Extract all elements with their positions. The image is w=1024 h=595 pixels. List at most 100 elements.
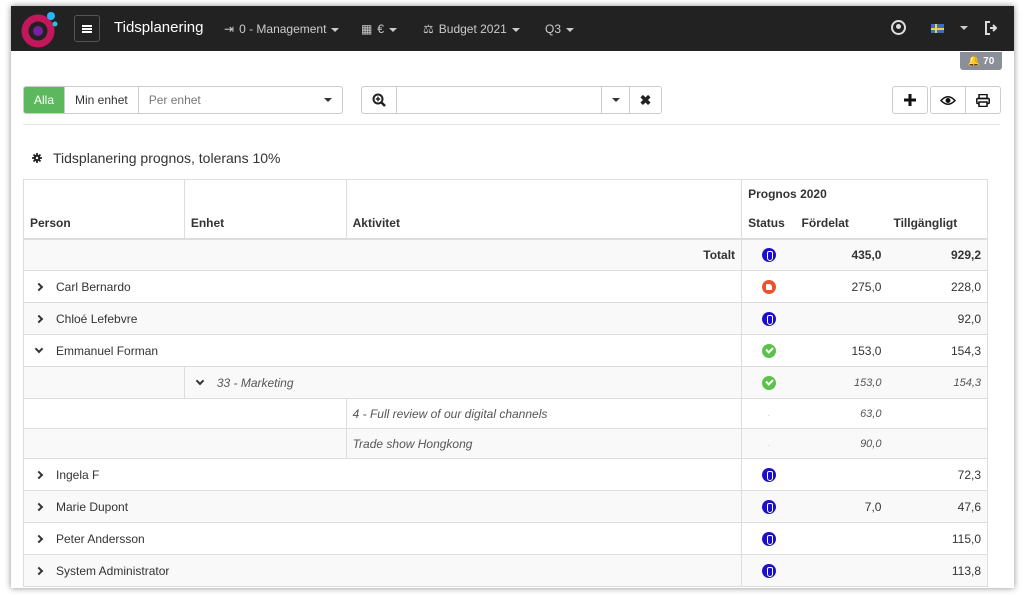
total-allocated: 435,0 [795, 238, 888, 271]
chevron-right-icon[interactable] [34, 502, 44, 511]
status-cell [741, 458, 796, 491]
notifications-count: 70 [983, 55, 995, 67]
person-cell[interactable]: Marie Dupont [22, 490, 743, 523]
person-cell[interactable]: Chloé Lefebvre [22, 302, 743, 335]
logout-icon[interactable] [985, 21, 999, 35]
person-cell[interactable]: Carl Bernardo [22, 270, 743, 303]
unit-row[interactable]: 33 - Marketing 153,0 154,3 [23, 366, 989, 399]
available-cell: 113,8 [887, 554, 989, 587]
app-title[interactable]: Tidsplanering [114, 19, 204, 36]
empty-cell [23, 428, 347, 459]
search-group: ✖ [361, 86, 662, 114]
person-name: System Administrator [56, 563, 170, 578]
status-cell [741, 334, 796, 367]
view-button[interactable] [930, 86, 966, 114]
allocated-cell: 90,0 [795, 428, 888, 459]
notifications-badge[interactable]: 🔔 70 [960, 52, 1002, 70]
status-cell [741, 366, 796, 399]
unit-cell[interactable]: 33 - Marketing [183, 366, 743, 399]
header-spacer [183, 179, 347, 209]
swedish-flag-icon[interactable] [931, 24, 944, 33]
hamburger-menu-button[interactable] [74, 15, 100, 42]
chevron-down-icon [323, 98, 332, 102]
period-dropdown[interactable]: Q3 [545, 22, 575, 36]
user-icon[interactable] [891, 20, 906, 35]
total-row: Totalt 435,0 929,2 [22, 238, 989, 271]
bell-icon: 🔔 [967, 55, 981, 67]
status-cell [741, 270, 796, 303]
add-button[interactable] [892, 86, 928, 114]
app-logo[interactable] [21, 10, 59, 48]
chevron-right-icon[interactable] [34, 314, 44, 323]
chevron-right-icon[interactable] [34, 282, 44, 291]
table-row[interactable]: Chloé Lefebvre 92,0 [22, 302, 989, 335]
print-icon [976, 93, 990, 107]
available-cell: 115,0 [887, 522, 989, 555]
currency-dropdown[interactable]: ▦ € [361, 22, 398, 36]
empty-cell [23, 366, 185, 399]
person-name: Marie Dupont [56, 499, 129, 514]
activity-name[interactable]: 4 - Full review of our digital channels [345, 398, 743, 429]
chevron-right-icon[interactable] [34, 534, 44, 543]
allocated-cell: 275,0 [795, 270, 888, 303]
status-blue-icon [761, 248, 776, 263]
table-row[interactable]: Carl Bernardo 275,0 228,0 [22, 270, 989, 303]
allocated-cell: 63,0 [795, 398, 888, 429]
search-dropdown-button[interactable] [601, 87, 629, 113]
filter-all-button[interactable]: Alla [24, 87, 66, 113]
status-cell: · [741, 428, 796, 459]
filter-toolbar: Alla Min enhet Per enhet ✖ [11, 86, 1014, 114]
chevron-down-icon [566, 27, 575, 32]
chevron-down-icon[interactable] [195, 376, 205, 385]
column-header-status[interactable]: Status [741, 208, 796, 240]
clear-search-button[interactable]: ✖ [629, 87, 661, 113]
status-check-icon [761, 375, 776, 390]
column-header-person[interactable]: Person [23, 208, 185, 240]
activity-name[interactable]: Trade show Hongkong [345, 428, 743, 459]
zoom-in-button[interactable] [362, 87, 397, 113]
table-row[interactable]: Peter Andersson 115,0 [22, 522, 989, 555]
column-header-unit[interactable]: Enhet [183, 208, 347, 240]
activity-row[interactable]: 4 - Full review of our digital channels … [23, 398, 989, 429]
activity-row[interactable]: Trade show Hongkong · 90,0 [23, 428, 989, 459]
available-cell: 72,3 [887, 458, 989, 491]
period-dropdown-label: Q3 [545, 22, 562, 36]
header-spacer [345, 179, 743, 209]
chevron-down-icon[interactable] [960, 26, 968, 30]
chevron-down-icon[interactable] [34, 344, 44, 353]
status-empty-icon: · [767, 410, 771, 420]
table-row[interactable]: Marie Dupont 7,0 47,6 [22, 490, 989, 523]
person-cell[interactable]: Emmanuel Forman [22, 334, 743, 367]
header-spacer [23, 179, 185, 209]
column-header-allocated[interactable]: Fördelat [795, 208, 888, 240]
allocated-cell: 153,0 [795, 334, 888, 367]
budget-dropdown[interactable]: ⚖ Budget 2021 [423, 22, 520, 36]
chevron-right-icon[interactable] [34, 470, 44, 479]
table-row[interactable]: System Administrator 113,8 [22, 554, 989, 587]
close-icon: ✖ [639, 91, 652, 108]
section-title: Tidsplanering prognos, tolerans 10% [32, 150, 281, 166]
status-blue-icon [761, 311, 776, 326]
person-cell[interactable]: System Administrator [22, 554, 743, 587]
table-row[interactable]: Emmanuel Forman 153,0 154,3 [22, 334, 989, 367]
per-unit-select[interactable]: Per enhet [139, 87, 342, 113]
total-available: 929,2 [887, 238, 989, 271]
column-header-activity[interactable]: Aktivitet [345, 208, 743, 240]
chevron-right-icon[interactable] [34, 566, 44, 575]
search-input[interactable] [397, 87, 601, 113]
person-cell[interactable]: Ingela F [22, 458, 743, 491]
status-blue-icon [761, 499, 776, 514]
available-cell [887, 428, 989, 459]
table-row[interactable]: Ingela F 72,3 [22, 458, 989, 491]
available-cell: 228,0 [887, 270, 989, 303]
print-button[interactable] [965, 86, 1001, 114]
person-cell[interactable]: Peter Andersson [22, 522, 743, 555]
available-cell: 154,3 [887, 334, 989, 367]
unit-dropdown[interactable]: ⇥ 0 - Management [224, 22, 340, 36]
hamburger-icon [82, 24, 92, 33]
balance-scale-icon: ⚖ [423, 22, 434, 36]
filter-my-unit-button[interactable]: Min enhet [65, 87, 139, 113]
status-cell: · [741, 398, 796, 429]
column-header-available[interactable]: Tillgängligt [887, 208, 989, 240]
available-cell: 92,0 [887, 302, 989, 335]
